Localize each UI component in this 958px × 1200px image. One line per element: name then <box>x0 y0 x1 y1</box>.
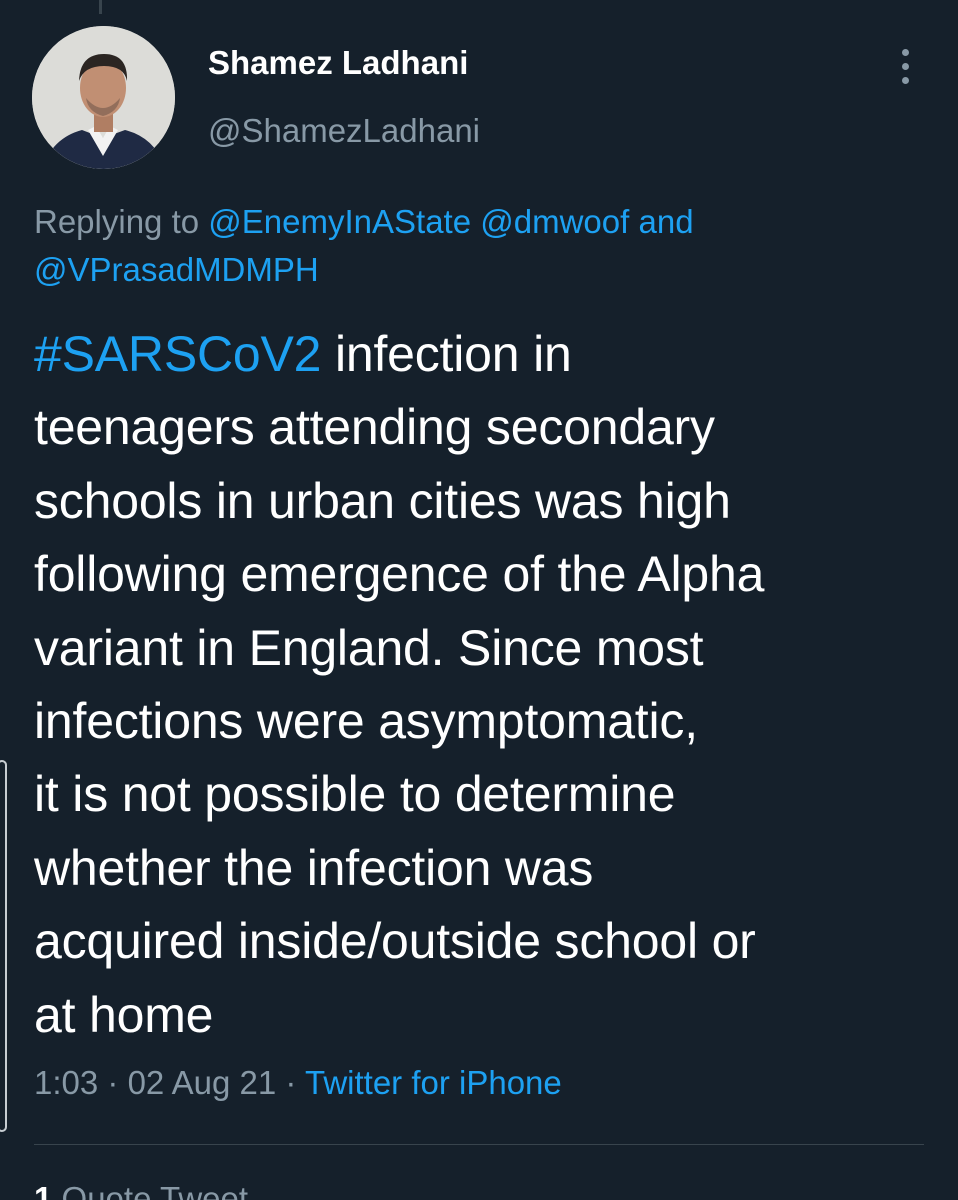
scroll-indicator[interactable] <box>0 760 7 1132</box>
meta-separator: · <box>107 1064 119 1101</box>
tweet-line: teenagers attending secondary <box>34 399 715 456</box>
more-vertical-icon[interactable] <box>888 44 922 88</box>
tweet-date[interactable]: 02 Aug 21 <box>128 1064 277 1101</box>
author-display-name[interactable]: Shamez Ladhani <box>208 44 468 82</box>
quote-count: 1 <box>34 1180 53 1200</box>
quote-label: Quote Tweet <box>61 1180 249 1200</box>
hashtag-link[interactable]: #SARSCoV2 <box>34 326 321 382</box>
replying-to-label: Replying to <box>34 203 200 240</box>
quote-tweet-stat[interactable]: 1 Quote Tweet <box>34 1180 248 1200</box>
replying-to: Replying to @EnemyInAState @dmwoof and @… <box>34 198 934 294</box>
tweet-text: #SARSCoV2 infection in teenagers attendi… <box>34 318 934 1052</box>
author-handle[interactable]: @ShamezLadhani <box>208 112 480 150</box>
avatar[interactable] <box>32 26 175 169</box>
mention-conjunction[interactable]: and <box>638 203 693 240</box>
mention-link[interactable]: @dmwoof <box>480 203 629 240</box>
mention-link[interactable]: @EnemyInAState <box>208 203 471 240</box>
tweet-text-segment: infection in <box>321 326 572 382</box>
tweet-detail-page: Shamez Ladhani @ShamezLadhani Replying t… <box>0 0 958 1200</box>
tweet-line: acquired inside/outside school or <box>34 913 756 970</box>
tweet-line: at home <box>34 986 214 1043</box>
tweet-line: following emergence of the Alpha <box>34 546 765 603</box>
more-dot <box>901 62 909 70</box>
tweet-line: infections were asymptomatic, <box>34 693 698 750</box>
tweet-source-link[interactable]: Twitter for iPhone <box>305 1064 562 1101</box>
thread-connector-line <box>99 0 102 14</box>
tweet-line: whether the infection was <box>34 839 594 896</box>
tweet-line: #SARSCoV2 infection in <box>34 318 934 391</box>
tweet-line: variant in England. Since most <box>34 619 704 676</box>
tweet-time[interactable]: 1:03 <box>34 1064 98 1101</box>
more-dot <box>901 48 909 56</box>
more-dot <box>901 76 909 84</box>
profile-photo-icon <box>32 26 175 169</box>
tweet-line: schools in urban cities was high <box>34 472 731 529</box>
divider <box>34 1144 924 1145</box>
tweet-metadata: 1:03 · 02 Aug 21 · Twitter for iPhone <box>34 1064 562 1102</box>
mention-link[interactable]: @VPrasadMDMPH <box>34 251 319 288</box>
tweet-line: it is not possible to determine <box>34 766 676 823</box>
meta-separator: · <box>285 1064 297 1101</box>
